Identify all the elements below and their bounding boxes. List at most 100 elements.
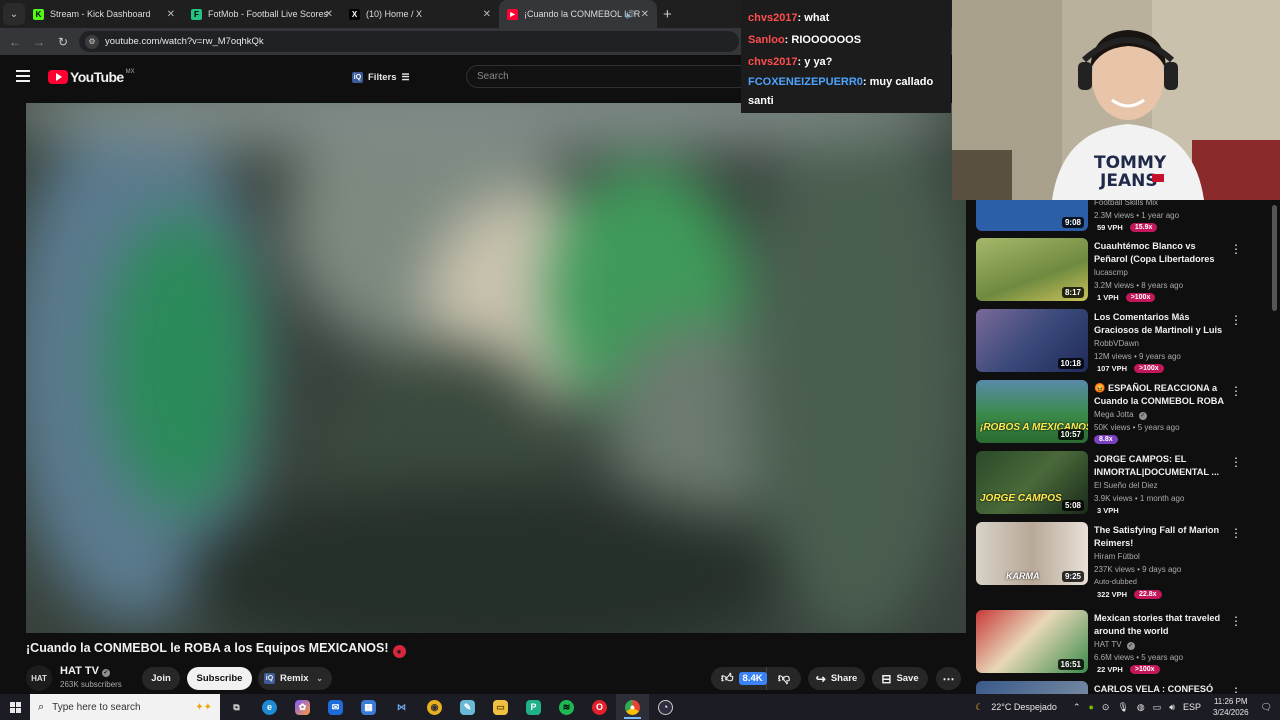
microphone-icon[interactable]: 🎙︎ xyxy=(1117,702,1128,713)
video-title[interactable]: Mexican stories that traveled around the… xyxy=(1094,612,1228,638)
taskbar-copilot[interactable]: ✿ xyxy=(286,694,319,720)
video-thumbnail[interactable]: 8:17 xyxy=(976,238,1088,301)
speaker-icon[interactable]: 🔊 xyxy=(625,10,635,19)
close-icon[interactable]: ✕ xyxy=(641,9,649,20)
nvidia-icon[interactable]: ● xyxy=(1088,702,1093,712)
taskbar-mail[interactable]: ✉ xyxy=(319,694,352,720)
channel-name[interactable]: Hiram Fútbol xyxy=(1094,552,1140,561)
duration-badge: 9:25 xyxy=(1061,571,1084,582)
taskbar-pycharm[interactable]: P xyxy=(517,694,550,720)
recommendation-item[interactable]: 10:18 Los Comentarios Más Graciosos de M… xyxy=(976,309,1270,375)
volume-icon[interactable]: 🔊︎ xyxy=(1169,702,1175,713)
weather-text[interactable]: 22°C Despejado xyxy=(991,702,1057,712)
tab-youtube[interactable]: ▶ ¡Cuando la CONMEBOL le R 🔊 ✕ xyxy=(499,0,657,28)
new-tab-plus-icon[interactable]: + xyxy=(663,6,672,23)
menu-icon[interactable] xyxy=(16,70,30,85)
video-thumbnail[interactable]: 10:18 xyxy=(976,309,1088,372)
tab-title: ¡Cuando la CONMEBOL le R xyxy=(524,9,641,19)
weather-icon[interactable]: ☾ xyxy=(975,702,983,713)
channel-avatar[interactable]: HAT xyxy=(26,665,52,691)
back-arrow-icon[interactable]: ← xyxy=(3,35,27,49)
channel-name[interactable]: HAT TV ✓ xyxy=(1094,640,1135,650)
recommendation-item[interactable]: 16:51 Mexican stories that traveled arou… xyxy=(976,610,1270,676)
scrollbar-thumb[interactable] xyxy=(1272,205,1277,311)
notepad-icon: ✎ xyxy=(460,699,475,715)
video-thumbnail[interactable]: ¡ROBOS A MEXICANOS! 10:57 xyxy=(976,380,1088,443)
more-vertical-icon[interactable]: ⋮ xyxy=(1230,242,1242,256)
close-icon[interactable]: ✕ xyxy=(483,9,491,20)
taskbar-file-explorer[interactable]: ▭ xyxy=(484,694,517,720)
channel-name[interactable]: Mega Jotta ✓ xyxy=(1094,410,1147,420)
language-indicator[interactable]: ESP xyxy=(1183,702,1201,712)
video-player[interactable] xyxy=(26,103,966,633)
outlier-badge: >100x xyxy=(1125,293,1156,302)
channel-name[interactable]: HAT TV ✓ xyxy=(60,665,110,677)
subscribe-button[interactable]: Subscribe xyxy=(187,667,252,690)
site-info-icon[interactable]: ⚙ xyxy=(85,34,99,49)
taskbar-vscode[interactable]: ⋈ xyxy=(385,694,418,720)
video-thumbnail[interactable]: JORGE CAMPOS 5:08 xyxy=(976,451,1088,514)
tab-kick[interactable]: K Stream - Kick Dashboard ✕ xyxy=(25,0,183,28)
more-vertical-icon[interactable]: ⋮ xyxy=(1230,455,1242,469)
video-thumbnail[interactable]: KARMA 9:25 xyxy=(976,522,1088,585)
forward-arrow-icon[interactable]: → xyxy=(27,35,51,49)
join-button[interactable]: Join xyxy=(142,667,180,690)
channel-name[interactable]: El Sueño del Diez xyxy=(1094,481,1158,490)
more-vertical-icon[interactable]: ⋮ xyxy=(1230,313,1242,327)
share-button[interactable]: ↪ Share xyxy=(808,667,865,690)
tab-fotmob[interactable]: F FotMob - Football Live Scores ✕ xyxy=(183,0,341,28)
tab-search-chevron-icon[interactable]: ⌄ xyxy=(3,3,25,25)
edge-icon: e xyxy=(262,699,277,715)
steam-icon[interactable]: ◍ xyxy=(1137,702,1145,713)
bookmark-icon: ⊟ xyxy=(881,671,892,686)
shield-icon[interactable]: ⊙ xyxy=(1102,702,1110,713)
taskbar-opera[interactable]: O xyxy=(583,694,616,720)
taskbar-chrome[interactable]: ● xyxy=(616,694,649,720)
video-title[interactable]: The Satisfying Fall of Marion Reimers! xyxy=(1094,524,1228,550)
taskbar-notepad[interactable]: ✎ xyxy=(451,694,484,720)
tray-chevron-up-icon[interactable]: ⌃ xyxy=(1073,702,1081,713)
video-title[interactable]: Cuauhtémoc Blanco vs Peñarol (Copa Liber… xyxy=(1094,240,1228,266)
taskbar-obs[interactable]: ◔ xyxy=(649,694,682,720)
video-title[interactable]: JORGE CAMPOS: EL INMORTAL|DOCUMENTAL ... xyxy=(1094,453,1228,479)
recommendation-item[interactable]: JORGE CAMPOS 5:08 JORGE CAMPOS: EL INMOR… xyxy=(976,451,1270,517)
close-icon[interactable]: ✕ xyxy=(325,9,333,20)
tab-x[interactable]: X (10) Home / X ✕ xyxy=(341,0,499,28)
video-thumbnail[interactable]: 9:08 xyxy=(976,198,1088,231)
task-view-button[interactable]: ⧉ xyxy=(220,694,253,720)
video-title[interactable]: Los Comentarios Más Graciosos de Martino… xyxy=(1094,311,1228,337)
more-vertical-icon[interactable]: ⋮ xyxy=(1230,614,1242,628)
chat-username: chvs2017 xyxy=(748,12,798,24)
remix-button[interactable]: iQ Remix ⌄ xyxy=(258,667,332,690)
save-button[interactable]: ⊟ Save xyxy=(872,667,928,690)
channel-name[interactable]: RobbVDawn xyxy=(1094,339,1139,348)
more-actions-button[interactable]: ⋯ xyxy=(936,667,961,690)
channel-name[interactable]: lucascmp xyxy=(1094,268,1128,277)
taskbar-spotify[interactable]: ≋ xyxy=(550,694,583,720)
recommendation-item[interactable]: 8:17 Cuauhtémoc Blanco vs Peñarol (Copa … xyxy=(976,238,1270,304)
clock[interactable]: 11:26 PM 3/24/2026 xyxy=(1213,696,1249,718)
recommendation-item[interactable]: ¡ROBOS A MEXICANOS! 10:57 😡 ESPAÑOL REAC… xyxy=(976,380,1270,446)
video-title[interactable]: 😡 ESPAÑOL REACCIONA a Cuando la CONMEBOL… xyxy=(1094,382,1228,408)
like-button[interactable]: 👍︎ 8.4K xyxy=(711,667,767,690)
dislike-button[interactable]: 👎︎ xyxy=(767,671,801,686)
notifications-icon[interactable]: 🗨︎ xyxy=(1261,702,1272,713)
video-title: ¡Cuando la CONMEBOL le ROBA a los Equipo… xyxy=(26,641,406,658)
video-thumbnail[interactable]: 16:51 xyxy=(976,610,1088,673)
address-bar[interactable]: ⚙ youtube.com/watch?v=rw_M7oqhkQk xyxy=(79,31,739,52)
chat-username: chvs2017 xyxy=(748,56,798,68)
taskbar-store[interactable]: ▦ xyxy=(352,694,385,720)
taskbar-chrome-profile[interactable]: ◉ xyxy=(418,694,451,720)
more-vertical-icon[interactable]: ⋮ xyxy=(1230,526,1242,540)
close-icon[interactable]: ✕ xyxy=(167,9,175,20)
youtube-logo[interactable]: YouTube MX xyxy=(48,69,135,85)
recommendation-item[interactable]: KARMA 9:25 The Satisfying Fall of Marion… xyxy=(976,522,1270,602)
start-button[interactable] xyxy=(0,701,30,713)
filters-button[interactable]: iQ Filters ☰ xyxy=(346,67,416,87)
taskbar-search[interactable]: ⌕ Type here to search ✦✦ xyxy=(30,694,220,720)
network-icon[interactable]: ▭ xyxy=(1153,702,1162,713)
reload-icon[interactable]: ↻ xyxy=(51,35,75,49)
more-vertical-icon[interactable]: ⋮ xyxy=(1230,384,1242,398)
search-input[interactable]: Search xyxy=(466,65,756,88)
taskbar-edge[interactable]: e xyxy=(253,694,286,720)
